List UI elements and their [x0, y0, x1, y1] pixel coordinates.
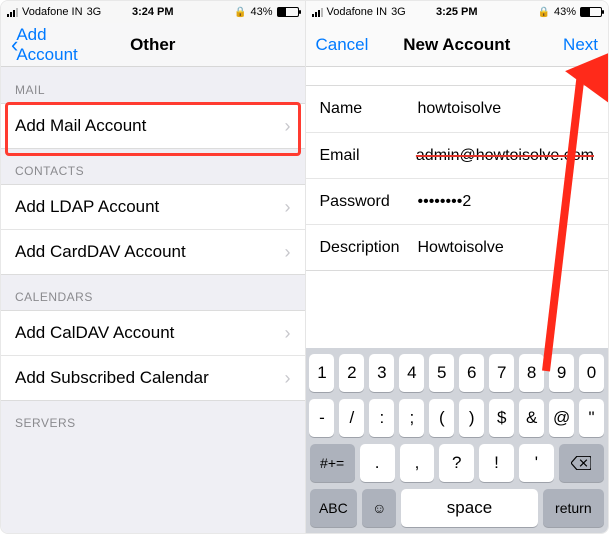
key-$[interactable]: $ — [489, 399, 514, 437]
cancel-button[interactable]: Cancel — [316, 35, 369, 55]
field-label: Description — [320, 239, 418, 257]
key-0[interactable]: 0 — [579, 354, 604, 392]
key-emoji[interactable]: ☺ — [362, 489, 396, 527]
battery-icon — [580, 7, 602, 17]
key-abc[interactable]: ABC — [310, 489, 358, 527]
next-button[interactable]: Next — [563, 35, 598, 55]
key-:[interactable]: : — [369, 399, 394, 437]
key-5[interactable]: 5 — [429, 354, 454, 392]
nav-title: Other — [94, 35, 211, 55]
chevron-right-icon: › — [285, 197, 291, 218]
chevron-right-icon: › — [285, 368, 291, 389]
key-4[interactable]: 4 — [399, 354, 424, 392]
stage: Vodafone IN 3G 3:24 PM 🔒 43% ‹ Add Accou… — [0, 0, 609, 534]
chevron-right-icon: › — [285, 116, 291, 137]
back-label: Add Account — [16, 25, 94, 65]
row-label: Add Subscribed Calendar — [15, 368, 209, 388]
key-,[interactable]: , — [400, 444, 435, 482]
section-header-mail: MAIL — [1, 67, 305, 103]
row-add-carddav-account[interactable]: Add CardDAV Account › — [1, 229, 305, 275]
field-value: Howtoisolve — [418, 239, 595, 257]
account-form: Name howtoisolve Email admin@howtoisolve… — [306, 85, 609, 271]
key-;[interactable]: ; — [399, 399, 424, 437]
field-email[interactable]: Email admin@howtoisolve.com — [306, 132, 609, 178]
key-return[interactable]: return — [543, 489, 604, 527]
row-label: Add CalDAV Account — [15, 323, 174, 343]
field-label: Password — [320, 193, 418, 211]
row-label: Add LDAP Account — [15, 197, 159, 217]
orientation-lock-icon: 🔒 — [538, 7, 550, 18]
keyboard: 1234567890 -/:;()$&@" #+= .,?!' ABC ☺ sp… — [306, 348, 609, 533]
field-value: howtoisolve — [418, 100, 595, 118]
key-backspace[interactable] — [559, 444, 604, 482]
key-2[interactable]: 2 — [339, 354, 364, 392]
field-value: ••••••••2 — [418, 193, 595, 211]
carrier: Vodafone IN — [22, 6, 83, 18]
field-name[interactable]: Name howtoisolve — [306, 86, 609, 132]
nav-bar: Cancel New Account Next — [306, 23, 609, 67]
key-/[interactable]: / — [339, 399, 364, 437]
row-add-caldav-account[interactable]: Add CalDAV Account › — [1, 310, 305, 356]
status-time: 3:24 PM — [104, 6, 201, 18]
orientation-lock-icon: 🔒 — [234, 7, 246, 18]
row-add-ldap-account[interactable]: Add LDAP Account › — [1, 184, 305, 230]
status-time: 3:25 PM — [408, 6, 505, 18]
row-label: Add Mail Account — [15, 116, 146, 136]
section-header-servers: SERVERS — [1, 400, 305, 436]
key-symbols[interactable]: #+= — [310, 444, 355, 482]
field-description[interactable]: Description Howtoisolve — [306, 224, 609, 270]
field-password[interactable]: Password ••••••••2 — [306, 178, 609, 224]
key-"[interactable]: " — [579, 399, 604, 437]
key-![interactable]: ! — [479, 444, 514, 482]
key-@[interactable]: @ — [549, 399, 574, 437]
key-9[interactable]: 9 — [549, 354, 574, 392]
section-header-calendars: CALENDARS — [1, 274, 305, 310]
key-7[interactable]: 7 — [489, 354, 514, 392]
key-6[interactable]: 6 — [459, 354, 484, 392]
back-button[interactable]: ‹ Add Account — [11, 25, 94, 65]
row-label: Add CardDAV Account — [15, 242, 186, 262]
chevron-right-icon: › — [285, 323, 291, 344]
battery-percent: 43% — [250, 6, 272, 18]
nav-bar: ‹ Add Account Other — [1, 23, 305, 67]
key-?[interactable]: ? — [439, 444, 474, 482]
field-label: Name — [320, 100, 418, 118]
key-space[interactable]: space — [401, 489, 537, 527]
status-bar: Vodafone IN 3G 3:24 PM 🔒 43% — [1, 1, 305, 23]
signal-icon — [7, 8, 18, 17]
key--[interactable]: - — [309, 399, 334, 437]
key-)[interactable]: ) — [459, 399, 484, 437]
battery-percent: 43% — [554, 6, 576, 18]
key-'[interactable]: ' — [519, 444, 554, 482]
key-1[interactable]: 1 — [309, 354, 334, 392]
network-type: 3G — [87, 6, 102, 18]
screen-new-account: Vodafone IN 3G 3:25 PM 🔒 43% Cancel New … — [305, 1, 609, 533]
network-type: 3G — [391, 6, 406, 18]
status-bar: Vodafone IN 3G 3:25 PM 🔒 43% — [306, 1, 609, 23]
carrier: Vodafone IN — [327, 6, 388, 18]
key-([interactable]: ( — [429, 399, 454, 437]
field-value: admin@howtoisolve.com — [416, 147, 594, 165]
chevron-right-icon: › — [285, 242, 291, 263]
nav-title: New Account — [399, 35, 515, 55]
key-3[interactable]: 3 — [369, 354, 394, 392]
row-add-mail-account[interactable]: Add Mail Account › — [1, 103, 305, 149]
signal-icon — [312, 8, 323, 17]
field-label: Email — [320, 147, 416, 165]
key-.[interactable]: . — [360, 444, 395, 482]
row-add-subscribed-calendar[interactable]: Add Subscribed Calendar › — [1, 355, 305, 401]
section-header-contacts: CONTACTS — [1, 148, 305, 184]
screen-add-account: Vodafone IN 3G 3:24 PM 🔒 43% ‹ Add Accou… — [1, 1, 305, 533]
key-&[interactable]: & — [519, 399, 544, 437]
battery-icon — [277, 7, 299, 17]
key-8[interactable]: 8 — [519, 354, 544, 392]
